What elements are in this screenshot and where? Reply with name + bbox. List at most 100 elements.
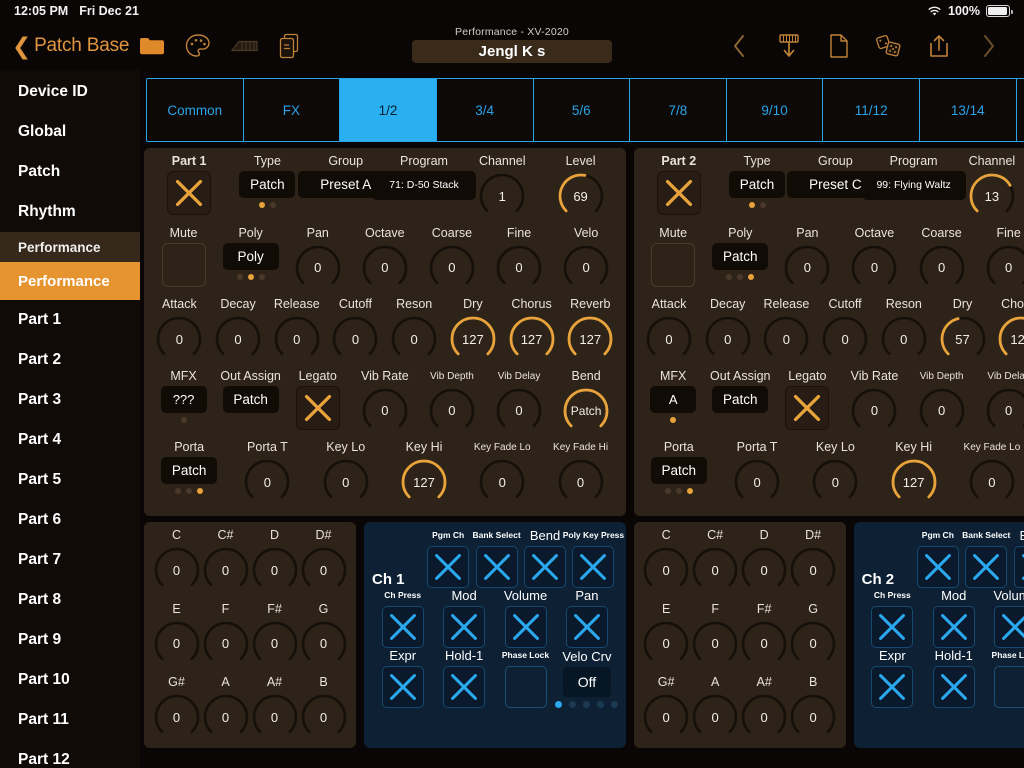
button-program[interactable]: 71: D-50 Stack <box>371 171 476 200</box>
note-knob-C[interactable]: 0 <box>152 545 202 595</box>
note-knob-G[interactable]: 0 <box>299 619 349 669</box>
knob-reson[interactable]: 0 <box>879 314 929 364</box>
midi-checkbox-ch-press[interactable] <box>871 606 914 648</box>
prev-patch-button[interactable] <box>716 26 762 66</box>
knob-pan[interactable]: 0 <box>782 243 832 293</box>
midi-checkbox-mod[interactable] <box>932 606 975 648</box>
midi-checkbox-pgm-ch[interactable] <box>916 546 959 588</box>
knob-attack[interactable]: 0 <box>154 314 204 364</box>
sidebar-item-global[interactable]: Global <box>0 112 140 152</box>
share-export-icon[interactable] <box>916 26 962 66</box>
part-enable-checkbox[interactable] <box>167 171 212 215</box>
mute-checkbox[interactable] <box>651 242 696 287</box>
button-program[interactable]: 99: Flying Waltz <box>861 171 966 200</box>
midi-checkbox-pan[interactable] <box>565 606 608 648</box>
midi-checkbox-bend[interactable] <box>1013 546 1024 588</box>
sidebar-item-patch[interactable]: Patch <box>0 152 140 192</box>
midi-checkbox-bank-select[interactable] <box>965 546 1008 588</box>
knob-vib-delay[interactable]: 0 <box>494 386 544 436</box>
knob-channel[interactable]: 13 <box>967 171 1017 221</box>
folder-icon[interactable] <box>129 26 175 66</box>
tab-13-14[interactable]: 13/14 <box>920 79 1017 141</box>
note-knob-Fsharp[interactable]: 0 <box>739 619 789 669</box>
midi-checkbox-bank-select[interactable] <box>475 546 518 588</box>
midi-checkbox-phase-lock[interactable] <box>504 666 547 708</box>
knob-vib-rate[interactable]: 0 <box>360 386 410 436</box>
note-knob-Dsharp[interactable]: 0 <box>788 545 838 595</box>
tab-Common[interactable]: Common <box>147 79 244 141</box>
checkbox-legato[interactable] <box>785 385 830 430</box>
note-knob-Asharp[interactable]: 0 <box>739 692 789 742</box>
sidebar-item-part-2[interactable]: Part 2 <box>0 340 140 380</box>
button-type[interactable]: Patch <box>239 171 296 198</box>
midi-checkbox-pgm-ch[interactable] <box>427 546 470 588</box>
button-porta[interactable]: Patch <box>161 457 218 485</box>
note-knob-Dsharp[interactable]: 0 <box>299 545 349 595</box>
pager-dot[interactable] <box>569 701 577 708</box>
sidebar-item-performance[interactable]: Performance <box>0 262 140 300</box>
knob-coarse[interactable]: 0 <box>917 243 967 293</box>
knob-cutoff[interactable]: 0 <box>820 314 870 364</box>
button-poly[interactable]: Patch <box>712 242 769 270</box>
pager-dot[interactable] <box>611 701 619 708</box>
next-patch-button[interactable] <box>966 26 1012 66</box>
new-document-icon[interactable] <box>816 26 862 66</box>
tab-11-12[interactable]: 11/12 <box>823 79 920 141</box>
note-knob-B[interactable]: 0 <box>788 692 838 742</box>
button-out-assign[interactable]: Patch <box>222 385 279 413</box>
part-enable-checkbox[interactable] <box>656 171 701 215</box>
midi-checkbox-volume[interactable] <box>504 606 547 648</box>
knob-key-fade-lo[interactable]: 0 <box>967 457 1017 507</box>
midi-checkbox-hold-1[interactable] <box>443 666 486 708</box>
button-out-assign[interactable]: Patch <box>712 385 769 413</box>
knob-fine[interactable]: 0 <box>494 243 544 293</box>
dice-randomize-icon[interactable] <box>866 26 912 66</box>
knob-bend[interactable]: Patch <box>561 386 611 436</box>
midi-checkbox-expr[interactable] <box>381 666 424 708</box>
knob-vib-depth[interactable]: 0 <box>917 386 967 436</box>
copy-documents-icon[interactable] <box>267 26 313 66</box>
tab-3-4[interactable]: 3/4 <box>436 79 534 141</box>
knob-coarse[interactable]: 0 <box>427 243 477 293</box>
note-knob-A[interactable]: 0 <box>690 692 740 742</box>
knob-pan[interactable]: 0 <box>293 243 343 293</box>
sidebar-item-part-10[interactable]: Part 10 <box>0 660 140 700</box>
sidebar-item-part-9[interactable]: Part 9 <box>0 620 140 660</box>
knob-reson[interactable]: 0 <box>389 314 439 364</box>
pager-dot[interactable] <box>583 701 591 708</box>
knob-release[interactable]: 0 <box>272 314 322 364</box>
note-knob-Fsharp[interactable]: 0 <box>250 619 300 669</box>
sidebar-item-part-4[interactable]: Part 4 <box>0 420 140 460</box>
midi-checkbox-poly-key-press[interactable] <box>572 546 615 588</box>
sidebar-item-part-7[interactable]: Part 7 <box>0 540 140 580</box>
knob-decay[interactable]: 0 <box>213 314 263 364</box>
midi-checkbox-mod[interactable] <box>443 606 486 648</box>
note-knob-Csharp[interactable]: 0 <box>690 545 740 595</box>
knob-channel[interactable]: 1 <box>477 171 527 221</box>
knob-chorus[interactable]: 127 <box>996 314 1024 364</box>
midi-checkbox-hold-1[interactable] <box>932 666 975 708</box>
sidebar-item-part-8[interactable]: Part 8 <box>0 580 140 620</box>
knob-octave[interactable]: 0 <box>360 243 410 293</box>
midi-select-velo-crv[interactable]: Off <box>562 667 611 697</box>
knob-octave[interactable]: 0 <box>849 243 899 293</box>
sidebar-item-part-1[interactable]: Part 1 <box>0 300 140 340</box>
knob-cutoff[interactable]: 0 <box>330 314 380 364</box>
note-knob-C[interactable]: 0 <box>641 545 691 595</box>
note-knob-B[interactable]: 0 <box>299 692 349 742</box>
button-mfx[interactable]: A <box>650 385 697 413</box>
patch-name-field[interactable]: Jengl K s <box>412 40 612 63</box>
knob-velo[interactable]: 0 <box>561 243 611 293</box>
note-knob-Gsharp[interactable]: 0 <box>152 692 202 742</box>
sidebar-item-part-5[interactable]: Part 5 <box>0 460 140 500</box>
knob-key-fade-hi[interactable]: 0 <box>556 457 606 507</box>
keyboard-icon[interactable] <box>221 26 267 66</box>
knob-chorus[interactable]: 127 <box>507 314 557 364</box>
note-knob-E[interactable]: 0 <box>641 619 691 669</box>
tab-FX[interactable]: FX <box>243 79 341 141</box>
note-knob-D[interactable]: 0 <box>739 545 789 595</box>
note-knob-Asharp[interactable]: 0 <box>250 692 300 742</box>
sidebar-item-device-id[interactable]: Device ID <box>0 72 140 112</box>
midi-checkbox-bend[interactable] <box>524 546 567 588</box>
knob-attack[interactable]: 0 <box>644 314 694 364</box>
